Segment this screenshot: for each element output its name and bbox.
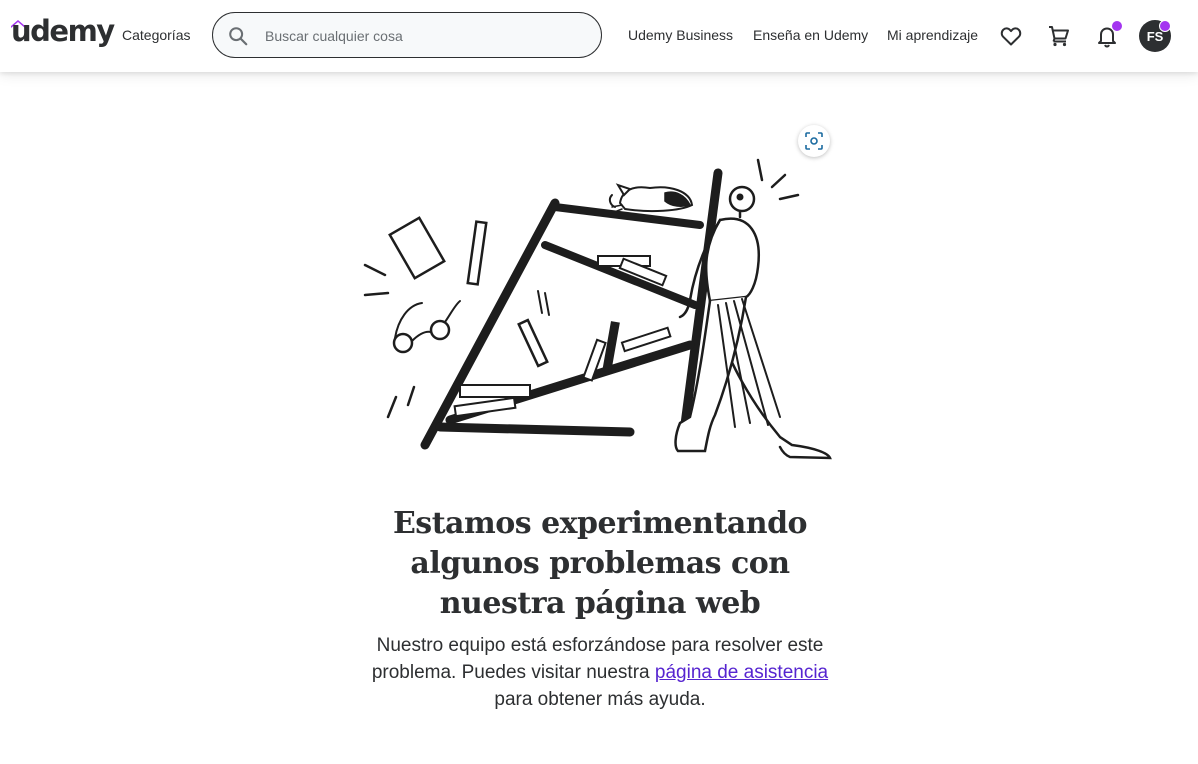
search-icon[interactable] [227, 25, 249, 47]
wishlist-button[interactable] [999, 24, 1023, 48]
heart-icon [1000, 27, 1022, 46]
error-description-line-1: Nuestro equipo está esforzándose para re… [376, 635, 824, 656]
error-heading-line-2: algunos problemas con [410, 546, 790, 581]
error-description: Nuestro equipo está esforzándose para re… [340, 632, 860, 713]
my-learning-link[interactable]: Mi aprendizaje [887, 27, 978, 43]
udemy-logo[interactable]: udemy [11, 14, 115, 54]
udemy-business-link[interactable]: Udemy Business [628, 27, 733, 43]
error-description-line-2-prefix: problema. Puedes visitar nuestra [371, 662, 655, 683]
categories-link[interactable]: Categorías [122, 27, 190, 43]
error-description-line-3: para obtener más ayuda. [494, 689, 706, 710]
notification-badge [1111, 20, 1123, 32]
search-bar[interactable] [212, 12, 602, 58]
top-header: udemy Categorías Udemy Business Enseña e… [0, 0, 1198, 72]
cart-button[interactable] [1047, 24, 1071, 48]
cart-icon [1049, 26, 1069, 47]
support-page-link[interactable]: página de asistencia [655, 662, 828, 683]
scan-icon [805, 132, 823, 150]
error-heading-line-1: Estamos experimentando [392, 506, 808, 541]
broken-shelf-illustration [363, 158, 832, 460]
error-heading: Estamos experimentando algunos problemas… [350, 504, 850, 624]
visual-search-button[interactable] [798, 125, 830, 157]
teach-on-udemy-link[interactable]: Enseña en Udemy [753, 27, 868, 43]
error-heading-line-3: nuestra página web [439, 586, 761, 621]
logo-wordmark: udemy [11, 14, 115, 48]
search-input[interactable] [265, 25, 585, 47]
avatar-badge [1159, 20, 1171, 32]
